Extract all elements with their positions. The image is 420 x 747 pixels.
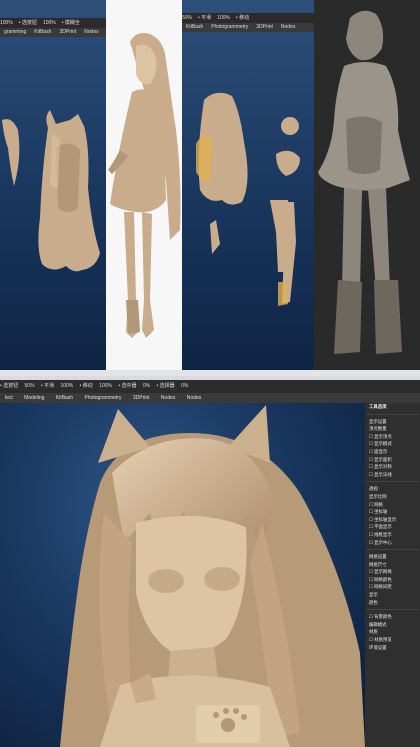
panel-row[interactable]: ☐ 显示法线: [365, 471, 420, 479]
menu-bar-1: gramming KitBash 3DPrint Nodes: [0, 28, 106, 37]
panel-row[interactable]: ☐ 网格: [365, 501, 420, 509]
panel-row[interactable]: ☐ 坐标轴: [365, 508, 420, 516]
menu-item[interactable]: Photogrammetry: [211, 24, 248, 30]
panel-row[interactable]: ☐ 显示网格: [365, 568, 420, 576]
panel-row[interactable]: ☐ 显示顶点: [365, 433, 420, 441]
panel-row[interactable]: 显示比例: [365, 493, 420, 501]
panel-row[interactable]: 显示设置: [365, 418, 420, 426]
panel-row[interactable]: 环境设置: [365, 644, 420, 652]
menu-item-lect[interactable]: lect: [5, 395, 13, 401]
menu-item-kitbash[interactable]: KitBash: [56, 395, 73, 401]
toolbar-3: 50% • 平滑 100% • 移动: [182, 13, 314, 23]
panel-row[interactable]: ☐ 线框显示: [365, 531, 420, 539]
toolbar-item[interactable]: • 移动: [80, 383, 93, 389]
panel-row[interactable]: 颜色: [365, 599, 420, 607]
figure-front-model: [108, 33, 181, 338]
hair-back-model: [2, 110, 100, 272]
menu-item[interactable]: KitBash: [186, 24, 203, 30]
viewport-panel-3[interactable]: 50% • 平滑 100% • 移动 KitBash Photogrammetry 3DP…: [182, 0, 314, 370]
reference-collage: 100% • 选按钮 100% • 模糊全 gramming KitBash 3DPrin…: [0, 0, 420, 376]
tool-options-panel: 工具选项 显示设置 顶点数量 ☐ 显示顶点 ☐ 显示模式 ☐ 面显示 ☐ 显示面…: [365, 403, 420, 747]
menu-item-3dprint[interactable]: 3DPrint: [133, 395, 150, 401]
panel-row[interactable]: ☐ 面显示: [365, 448, 420, 456]
panel-row[interactable]: 材质: [365, 628, 420, 636]
toolbar-item[interactable]: • 选按钮: [0, 383, 18, 389]
character-closeup-model: [60, 405, 365, 747]
toolbar-value[interactable]: 0%: [143, 383, 150, 389]
panel-row[interactable]: 网格设置: [365, 553, 420, 561]
menu-item-modeling[interactable]: Modeling: [24, 395, 44, 401]
panel-row[interactable]: 顶点数量: [365, 425, 420, 433]
toolbar-value[interactable]: 100%: [60, 383, 73, 389]
maid-figure-model: [314, 0, 420, 370]
panel-row[interactable]: ☐ 显示中心: [365, 539, 420, 547]
panel-row[interactable]: ☐ 网格颜色: [365, 576, 420, 584]
menu-item[interactable]: Nodes: [281, 24, 295, 30]
divider: [367, 549, 418, 551]
menu-bar-3: KitBash Photogrammetry 3DPrint Nodes: [182, 23, 314, 32]
panel-row[interactable]: ☐ 背景颜色: [365, 613, 420, 621]
menu-item[interactable]: Nodes: [84, 29, 98, 35]
sculpt-app-screenshot: • 选按钮 50% • 平滑 100% • 移动 100% • 选中器 0% •…: [0, 380, 420, 747]
grey-model-panel: [314, 0, 420, 370]
menu-item-nodes-2[interactable]: Nodes: [187, 395, 201, 401]
toolbar-value[interactable]: 100%: [99, 383, 112, 389]
panel-row[interactable]: ☐ 坐标轴显示: [365, 516, 420, 524]
panel-title: 工具选项: [369, 404, 387, 409]
viewport-panel-1[interactable]: 100% • 选按钮 100% • 模糊全 gramming KitBash 3DPrin…: [0, 0, 106, 370]
toolbar-item[interactable]: • 选择器: [157, 383, 175, 389]
panel-row[interactable]: ☐ 平面显示: [365, 523, 420, 531]
menu-item[interactable]: KitBash: [34, 29, 51, 35]
exploded-parts-model: [196, 92, 300, 306]
panel-row[interactable]: 透视: [365, 485, 420, 493]
figure-panel: [106, 0, 182, 370]
panel-row[interactable]: 编辑模式: [365, 621, 420, 629]
menu-item[interactable]: 3DPrint: [59, 29, 76, 35]
panel-row[interactable]: ☐ 网格间距: [365, 583, 420, 591]
toolbar-value[interactable]: 50%: [25, 383, 35, 389]
menu-item-photogrammetry[interactable]: Photogrammetry: [84, 395, 121, 401]
panel-row[interactable]: ☐ 材质预览: [365, 636, 420, 644]
menu-item[interactable]: gramming: [4, 29, 26, 35]
toolbar-1: 100% • 选按钮 100% • 模糊全: [0, 18, 106, 28]
panel-row[interactable]: ☐ 显示面积: [365, 456, 420, 464]
toolbar-item[interactable]: • 选中器: [118, 383, 136, 389]
panel-row[interactable]: 显示: [365, 591, 420, 599]
3d-viewport[interactable]: [0, 403, 365, 747]
toolbar-value[interactable]: 0%: [181, 383, 188, 389]
brush-toolbar: • 选按钮 50% • 平滑 100% • 移动 100% • 选中器 0% •…: [0, 380, 420, 393]
panel-row[interactable]: 网格尺寸: [365, 561, 420, 569]
menu-item-nodes[interactable]: Nodes: [161, 395, 175, 401]
toolbar-item[interactable]: • 平滑: [41, 383, 54, 389]
panel-row[interactable]: ☐ 显示对称: [365, 463, 420, 471]
panel-row[interactable]: ☐ 显示模式: [365, 440, 420, 448]
divider: [367, 413, 418, 415]
menu-item[interactable]: 3DPrint: [256, 24, 273, 30]
divider: [367, 609, 418, 611]
main-menu-bar: lect Modeling KitBash Photogrammetry 3DP…: [0, 393, 420, 403]
divider: [367, 481, 418, 483]
